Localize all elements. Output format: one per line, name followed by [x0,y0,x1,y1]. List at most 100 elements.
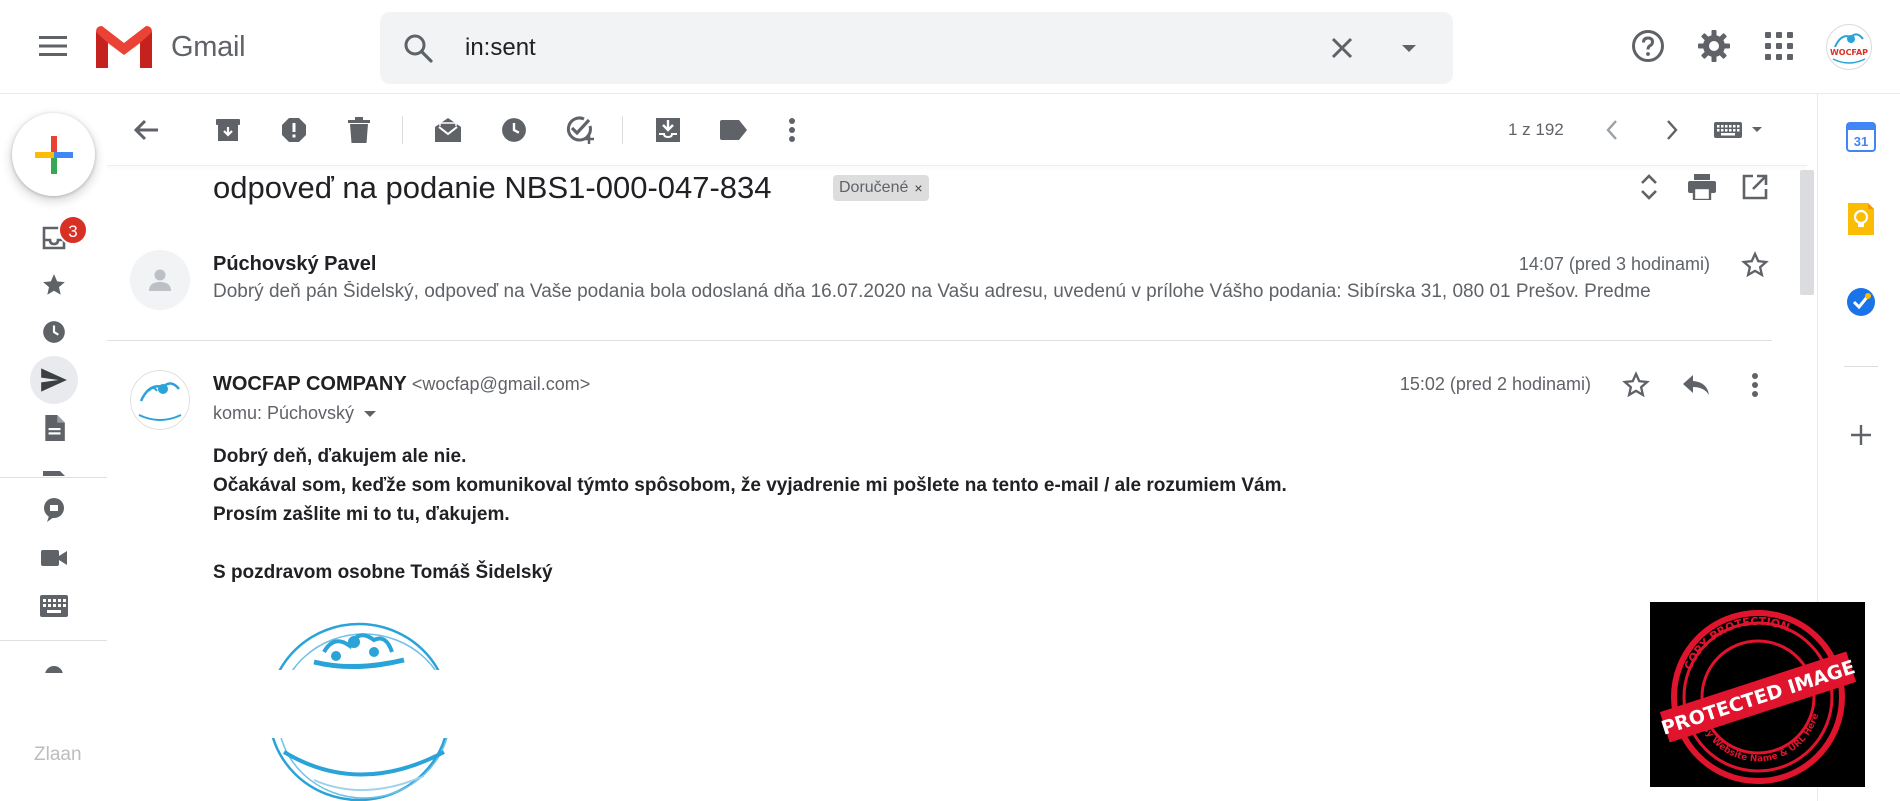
top-header: Gmail in:sent WOCFAP [0,0,1900,94]
account-avatar[interactable]: WOCFAP [1826,24,1872,70]
sender-avatar[interactable] [130,370,190,430]
label-chip-text: Doručené [839,179,909,196]
reply-icon [1683,375,1709,395]
message-snippet[interactable]: Dobrý deň pán Šidelský, odpoveď na Vaše … [213,281,1723,303]
close-icon[interactable] [1326,32,1358,64]
calendar-day: 31 [1854,134,1868,149]
search-icon[interactable] [402,32,434,64]
spam-octagon-icon [282,118,306,142]
search-options-caret-icon[interactable] [1393,32,1425,64]
wocfap-logo-icon [138,382,182,421]
open-new-window-button[interactable] [1733,165,1777,209]
message-sender[interactable]: WOCFAP COMPANY <wocfap@gmail.com> [213,373,590,396]
google-tasks-button[interactable] [1840,281,1882,323]
caret-down-icon [364,410,377,417]
message-sender[interactable]: Púchovský Pavel [213,253,376,276]
search-bar[interactable]: in:sent [380,12,1453,84]
clock-icon [43,321,65,343]
pagination-count: 1 z 192 [1508,120,1564,139]
toolbar-divider [622,116,623,144]
account-logo-text: WOCFAP [1830,48,1868,57]
search-input[interactable]: in:sent [465,12,536,84]
clock-icon [502,118,526,142]
calendar-icon: 31 [1846,122,1876,152]
chevron-right-icon [1667,120,1678,140]
more-vertical-icon [1752,373,1758,397]
inbox-unread-badge: 3 [58,215,88,245]
gear-icon[interactable] [1692,24,1736,68]
sidebar-item-keyboard[interactable] [30,582,78,630]
sidebar-item-sent[interactable] [30,356,78,404]
chat-icon [44,498,64,522]
older-button[interactable] [1650,108,1694,152]
sender-name: WOCFAP COMPANY [213,373,407,395]
sender-avatar-placeholder[interactable] [130,250,190,310]
snooze-button[interactable] [492,108,536,152]
nav-divider [0,640,107,641]
sidebar-item-drafts[interactable] [30,404,78,452]
add-to-tasks-button[interactable] [558,108,602,152]
star-message-button[interactable] [1616,365,1656,405]
message-more-button[interactable] [1735,365,1775,405]
google-calendar-button[interactable]: 31 [1840,116,1882,158]
person-icon [149,269,171,291]
keyboard-icon [40,595,68,617]
gmail-logo[interactable]: Gmail [96,26,246,68]
recipients-dropdown[interactable]: komu: Púchovský [213,403,377,424]
star-message-button[interactable] [1735,245,1775,285]
apps-grid-icon[interactable] [1757,24,1801,68]
keep-bulb-icon [1848,203,1874,235]
archive-icon [216,119,240,141]
arrow-back-icon [133,119,158,141]
sidebar-item-partial[interactable] [30,462,78,476]
sidebar-item-partial[interactable] [30,659,78,673]
sidebar-item-starred[interactable] [30,261,78,309]
side-panel-divider [1844,366,1878,367]
message-time: 14:07 (pred 3 hodinami) [1518,254,1710,274]
input-tools-button[interactable] [1712,108,1768,152]
reply-button[interactable] [1676,365,1716,405]
message-body: Dobrý deň, ďakujem ale nie. Očakával som… [213,442,1287,587]
move-to-button[interactable] [646,108,690,152]
open-in-new-icon [1742,174,1768,200]
email-subject: odpoveď na podanie NBS1-000-047-834 [213,170,772,205]
hangouts-icon [45,666,63,673]
newer-button[interactable] [1590,108,1634,152]
main-menu-icon[interactable] [31,24,75,68]
plus-icon [1851,425,1871,445]
get-addons-button[interactable] [1840,414,1882,456]
move-to-inbox-icon [656,118,680,142]
chevron-left-icon [1606,120,1617,140]
back-button[interactable] [124,108,168,152]
nav-divider [0,477,107,478]
more-options-button[interactable] [770,108,814,152]
compose-plus-icon [34,135,73,174]
help-icon[interactable] [1626,24,1670,68]
message-time: 15:02 (pred 2 hodinami) [1399,374,1591,394]
body-line: Prosím zašlite mi to tu, ďakujem. [213,504,510,525]
gmail-wordmark: Gmail [171,30,246,63]
label-chip-inbox[interactable]: Doručené × [833,175,929,201]
protected-image-stamp: COPY PROTECTION By Website Name & URL He… [1650,602,1865,787]
print-icon [1688,174,1716,200]
compose-button[interactable] [12,113,95,196]
sidebar-item-meet[interactable] [30,534,78,582]
archive-button[interactable] [206,108,250,152]
toolbar-divider [402,116,403,144]
open-mail-icon [435,118,461,142]
video-camera-icon [41,550,67,566]
signature-line: S pozdravom osobne Tomáš Šidelský [213,562,553,583]
delete-button[interactable] [337,108,381,152]
print-all-button[interactable] [1680,165,1724,209]
sidebar-item-chat[interactable] [30,486,78,534]
vertical-scrollbar[interactable] [1800,170,1814,295]
expand-all-button[interactable] [1627,165,1671,209]
google-keep-button[interactable] [1840,198,1882,240]
sidebar-item-snoozed[interactable] [30,308,78,356]
tasks-check-icon [1847,288,1875,316]
mark-unread-button[interactable] [426,108,470,152]
report-spam-button[interactable] [272,108,316,152]
remove-label-icon[interactable]: × [914,175,922,201]
labels-button[interactable] [712,108,756,152]
more-vertical-icon [789,118,795,142]
